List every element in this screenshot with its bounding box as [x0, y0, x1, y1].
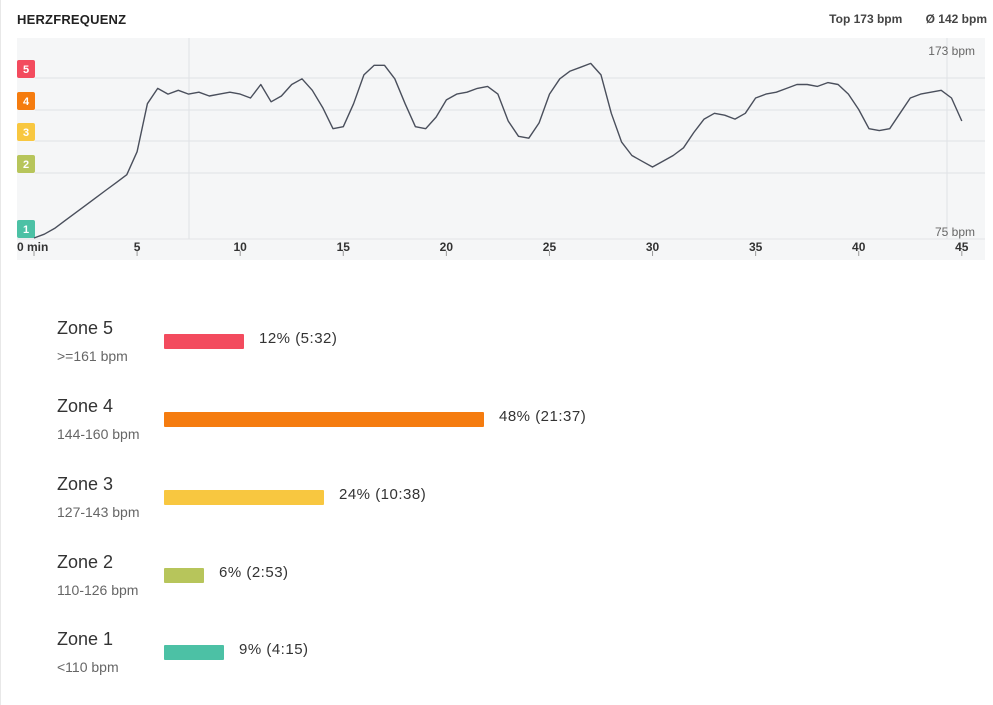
- zone-name: Zone 3: [57, 474, 114, 494]
- zone-range: 110-126 bpm: [57, 582, 139, 598]
- average-heart-rate: Ø 142 bpm: [925, 12, 987, 26]
- zone-marker-label: 5: [23, 64, 29, 76]
- zone-range: >=161 bpm: [57, 348, 128, 364]
- zone-marker-label: 3: [23, 127, 29, 139]
- zone-value: 9% (4:15): [239, 641, 309, 658]
- chart-title: HERZFREQUENZ: [17, 12, 127, 27]
- zone-bar: [164, 334, 244, 349]
- zone-range: <110 bpm: [57, 659, 119, 675]
- zone-row: Zone 1 <110 bpm 9% (4:15): [57, 629, 957, 689]
- zone-range: 144-160 bpm: [57, 426, 140, 442]
- x-tick-label: 25: [543, 240, 557, 254]
- zone-value: 12% (5:32): [259, 330, 338, 347]
- x-tick-label: 0 min: [17, 240, 48, 254]
- x-tick-label: 20: [440, 240, 454, 254]
- zone-bar: [164, 412, 484, 427]
- zone-value: 24% (10:38): [339, 486, 427, 503]
- zone-marker-label: 4: [23, 96, 30, 108]
- zone-bar: [164, 568, 204, 583]
- x-tick-label: 30: [646, 240, 660, 254]
- zone-row: Zone 5 >=161 bpm 12% (5:32): [57, 318, 957, 378]
- x-tick-label: 45: [955, 240, 969, 254]
- zone-name: Zone 1: [57, 629, 114, 649]
- zone-marker-label: 1: [23, 224, 29, 236]
- y-max-label: 173 bpm: [928, 44, 975, 58]
- x-tick-label: 40: [852, 240, 866, 254]
- heart-rate-chart[interactable]: 5 4 3 2 1 173 bpm 75 bpm 0 min 5 10 15 20 25 30 35 40 45: [17, 38, 985, 260]
- zone-bar: [164, 645, 224, 660]
- chart-header: HERZFREQUENZ Top 173 bpm Ø 142 bpm: [17, 10, 987, 30]
- x-tick-label: 35: [749, 240, 763, 254]
- summary-stats: Top 173 bpm Ø 142 bpm: [809, 12, 987, 26]
- x-tick-label: 10: [234, 240, 248, 254]
- x-tick-label: 15: [337, 240, 351, 254]
- y-min-label: 75 bpm: [935, 225, 975, 239]
- zone-row: Zone 3 127-143 bpm 24% (10:38): [57, 474, 957, 534]
- x-tick-label: 5: [134, 240, 141, 254]
- zone-name: Zone 2: [57, 552, 114, 572]
- max-heart-rate: Top 173 bpm: [829, 12, 903, 26]
- zone-range: 127-143 bpm: [57, 504, 140, 520]
- frame-border: [0, 0, 1, 705]
- zone-row: Zone 4 144-160 bpm 48% (21:37): [57, 396, 957, 456]
- zone-bar: [164, 490, 324, 505]
- zone-value: 48% (21:37): [499, 408, 587, 425]
- zone-row: Zone 2 110-126 bpm 6% (2:53): [57, 552, 957, 612]
- zone-name: Zone 5: [57, 318, 114, 338]
- heart-rate-chart-svg: 5 4 3 2 1 173 bpm 75 bpm 0 min 5 10 15 20 25 30 35 40 45: [17, 38, 985, 260]
- plot-background: [17, 38, 985, 260]
- zone-name: Zone 4: [57, 396, 114, 416]
- zone-value: 6% (2:53): [219, 564, 289, 581]
- zone-marker-label: 2: [23, 159, 29, 171]
